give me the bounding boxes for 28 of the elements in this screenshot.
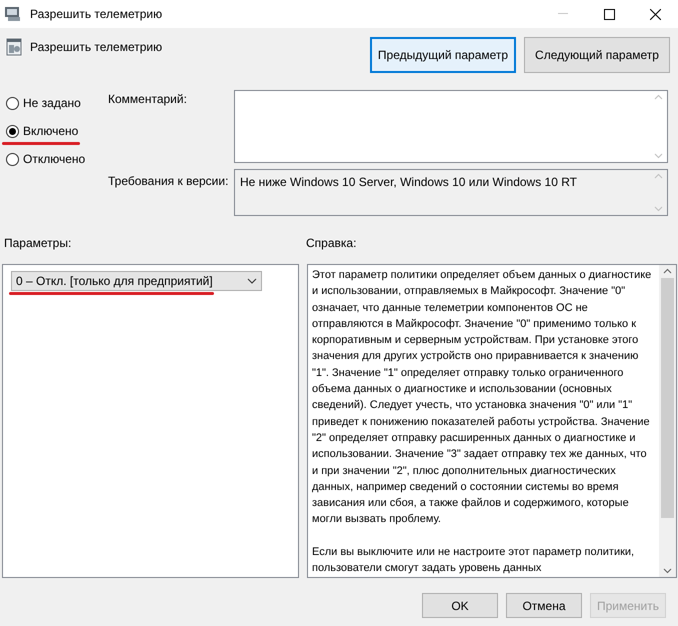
radio-button[interactable] (6, 152, 19, 166)
ok-button[interactable]: OK (422, 593, 498, 618)
policy-name: Разрешить телеметрию (30, 39, 162, 56)
radio-label[interactable]: Отключено (23, 150, 86, 168)
help-paragraph: Если вы выключите или не настроите этот параметр политики, пользователи смогут задать уровень данных (312, 544, 636, 576)
dropdown[interactable]: 0 – Откл. [только для предприятий] (11, 271, 262, 291)
radio-label[interactable]: Не задано (23, 94, 81, 112)
next-setting-button[interactable]: Следующий параметр (524, 37, 670, 73)
help-label: Справка: (306, 236, 356, 250)
scrollbar-thumb[interactable] (661, 278, 674, 518)
cancel-button[interactable]: Отмена (506, 593, 582, 618)
policy-window-icon (4, 6, 22, 22)
maximize-icon[interactable] (604, 8, 614, 20)
close-icon[interactable] (650, 8, 660, 20)
requirements-label: Требования к версии: (108, 173, 230, 190)
radio-button[interactable] (6, 96, 19, 110)
parameters-label: Параметры: (4, 236, 72, 250)
previous-setting-button[interactable]: Предыдущий параметр (370, 37, 516, 73)
scroll-down-icon[interactable] (663, 568, 672, 574)
help-paragraph: Этот параметр политики определяет объем данных о диагностике и использовании, отправляемых в Майкрософт. Значение "0" означает, что данные телеметрии компонентов ОС не отправляются в Майкрософт. Значение "0" применимо только к корпоративным и серверным устройствам. При установке этого значения для других устройств оно приравнивается к значению "1". Значение "1" определяет отправку только ограниченного объема данных о диагностике и использовании (основных сведений). Следует учесть, что установка значения "0" или "1" приведет к понижению показателей работы устройства. Значение "2" определяет отправку расширенных данных о диагностике и использовании. Значение "3" задает отправку тех же данных, что и при значении "2", плюс дополнительных диагностических данных, например сведений о состоянии системы во время зависания или сбоя, а также файлов и содержимого, которые могли вызвать проблему. (312, 268, 652, 528)
scroll-up-icon[interactable] (663, 268, 672, 274)
radio-button[interactable] (6, 124, 19, 138)
radio-label[interactable]: Включено (23, 122, 78, 140)
requirements-text: Не ниже Windows 10 Server, Windows 10 или Windows 10 RT (240, 175, 577, 189)
chevron-down-icon (247, 278, 257, 284)
window-title: Разрешить телеметрию (30, 6, 162, 23)
policy-icon (6, 38, 22, 56)
comment-label: Комментарий: (108, 91, 188, 108)
